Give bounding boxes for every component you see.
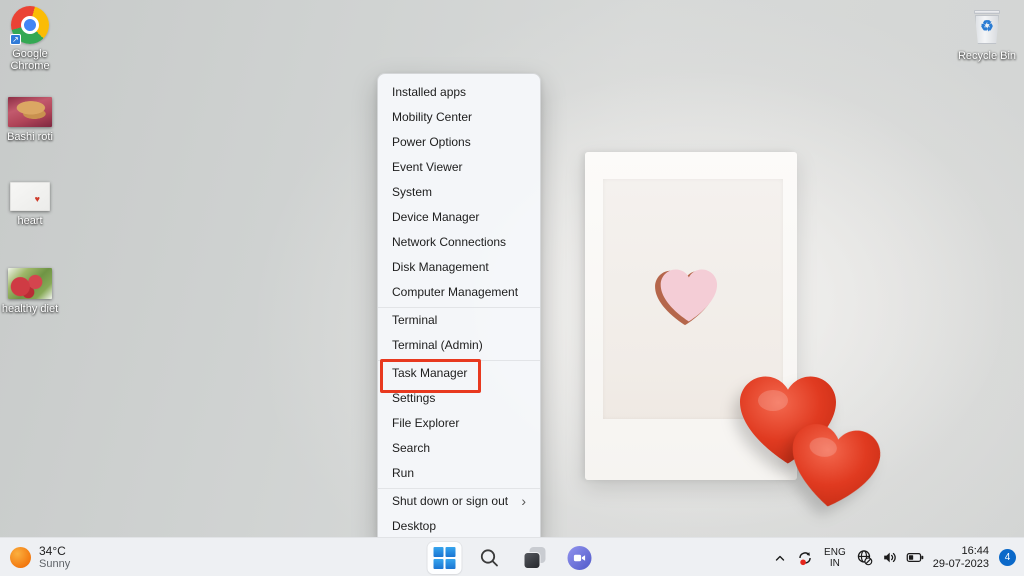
menu-item-label: Shut down or sign out <box>392 494 521 508</box>
menu-item[interactable]: File Explorer <box>378 410 540 435</box>
menu-item-label: Network Connections <box>392 235 526 249</box>
menu-item[interactable]: Mobility Center <box>378 104 540 129</box>
desktop-icon-label: Google Chrome <box>0 48 60 72</box>
desktop-icon-label: Bashi roti <box>7 131 53 143</box>
menu-item-label: Disk Management <box>392 260 526 274</box>
windows-logo-icon <box>434 547 456 569</box>
shortcut-arrow-icon: ↗ <box>10 34 21 45</box>
menu-item[interactable]: Installed apps <box>378 79 540 104</box>
chat-icon <box>568 546 592 570</box>
heart-image-thumbnail: ♥ <box>10 182 50 211</box>
chrome-icon-hub <box>21 16 39 34</box>
menu-item-label: File Explorer <box>392 416 526 430</box>
menu-item[interactable]: Desktop <box>378 513 540 538</box>
taskbar-weather-widget[interactable]: 34°C Sunny <box>10 538 70 576</box>
weather-condition: Sunny <box>39 558 70 570</box>
healthy-diet-image-thumbnail <box>8 268 52 299</box>
taskbar-center-icons <box>428 538 597 576</box>
menu-item[interactable]: Computer Management <box>378 279 540 304</box>
task-view-button[interactable] <box>518 542 552 574</box>
task-view-icon <box>523 546 547 570</box>
desktop-icon-label: healthy diet <box>2 303 58 315</box>
menu-item[interactable]: Settings <box>378 385 540 410</box>
menu-item-label: Mobility Center <box>392 110 526 124</box>
sync-recording-icon[interactable] <box>796 549 814 567</box>
desktop-wallpaper: ↗ Google Chrome Bashi roti ♥ heart healt… <box>0 0 1024 576</box>
mini-heart-glyph: ♥ <box>35 195 40 204</box>
desktop-icon-label: Recycle Bin <box>958 50 1016 62</box>
menu-item-label: Device Manager <box>392 210 526 224</box>
desktop-icon-bashi-roti[interactable]: Bashi roti <box>0 97 60 143</box>
search-icon <box>478 546 502 570</box>
menu-item-label: Task Manager <box>392 366 526 380</box>
desktop-icon-heart[interactable]: ♥ heart <box>0 182 60 227</box>
recycle-bin-icon: ♻ <box>970 8 1004 46</box>
menu-item-label: Installed apps <box>392 85 526 99</box>
desktop-icon-label: heart <box>17 215 42 227</box>
search-button[interactable] <box>473 542 507 574</box>
weather-temperature: 34°C <box>39 545 70 558</box>
chat-button[interactable] <box>563 542 597 574</box>
menu-item[interactable]: Shut down or sign out › <box>378 488 540 513</box>
language-line2: IN <box>824 558 846 569</box>
menu-item[interactable]: Power Options <box>378 129 540 154</box>
menu-item-label: Search <box>392 441 526 455</box>
pink-heart-image <box>653 265 721 327</box>
start-button[interactable] <box>428 542 462 574</box>
menu-item-label: Power Options <box>392 135 526 149</box>
menu-item[interactable]: Task Manager <box>378 360 540 385</box>
winx-context-menu: Installed apps Mobility Center Power Opt… <box>377 73 541 544</box>
language-indicator[interactable]: ENG IN <box>822 547 848 569</box>
no-internet-globe-icon[interactable] <box>856 549 873 566</box>
battery-icon[interactable] <box>906 549 925 566</box>
menu-item[interactable]: Network Connections <box>378 229 540 254</box>
menu-item[interactable]: Terminal <box>378 307 540 332</box>
menu-item-label: Run <box>392 466 526 480</box>
recycle-bin-lid <box>974 10 1000 14</box>
tray-chevron-up-icon[interactable] <box>772 550 788 566</box>
system-tray: ENG IN 16:44 29-07-20 <box>772 538 1016 576</box>
language-line1: ENG <box>824 547 846 558</box>
menu-item-label: Desktop <box>392 519 526 533</box>
menu-item-label: Event Viewer <box>392 160 526 174</box>
menu-item-label: Terminal (Admin) <box>392 338 526 352</box>
volume-icon[interactable] <box>881 549 898 566</box>
red-heart-decoration <box>784 421 883 514</box>
menu-item[interactable]: Event Viewer <box>378 154 540 179</box>
menu-item[interactable]: Run <box>378 460 540 485</box>
desktop-icon-recycle-bin[interactable]: ♻ Recycle Bin <box>955 8 1019 62</box>
bashi-roti-image-thumbnail <box>8 97 52 127</box>
tray-date: 29-07-2023 <box>933 558 989 571</box>
menu-item[interactable]: Disk Management <box>378 254 540 279</box>
menu-item[interactable]: Terminal (Admin) <box>378 332 540 357</box>
menu-item[interactable]: System <box>378 179 540 204</box>
taskbar: 34°C Sunny <box>0 537 1024 576</box>
menu-item-label: Terminal <box>392 313 526 327</box>
desktop-icon-google-chrome[interactable]: ↗ Google Chrome <box>0 6 60 72</box>
notification-badge[interactable]: 4 <box>999 549 1016 566</box>
menu-item-label: Settings <box>392 391 526 405</box>
menu-item[interactable]: Device Manager <box>378 204 540 229</box>
menu-item[interactable]: Search <box>378 435 540 460</box>
taskbar-clock[interactable]: 16:44 29-07-2023 <box>933 545 989 571</box>
chrome-icon: ↗ <box>11 6 49 44</box>
menu-item-label: System <box>392 185 526 199</box>
desktop-icon-healthy-diet[interactable]: healthy diet <box>0 268 60 315</box>
submenu-chevron-icon: › <box>521 494 526 508</box>
tray-time: 16:44 <box>933 545 989 558</box>
sunny-weather-icon <box>10 547 31 568</box>
menu-item-label: Computer Management <box>392 285 526 299</box>
recycle-arrows-icon: ♻ <box>970 17 1004 35</box>
